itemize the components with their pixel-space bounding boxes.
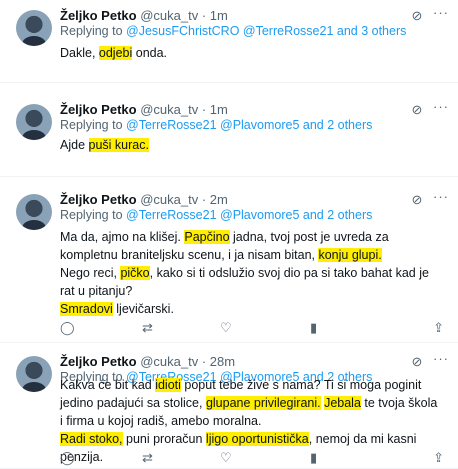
share-icon[interactable]: ⇪ [433,450,444,466]
text-span: onda. [132,46,168,60]
highlight: odjebi [98,46,133,60]
reply-icon[interactable]: ◯ [60,450,75,466]
tweet-text: Ma da, ajmo na klišej. Papčino jadna, tv… [60,228,440,318]
replying-links[interactable]: @TerreRosse21 @Plavomore5 and 2 others [126,208,372,222]
replying-links[interactable]: @JesusFChristCRO @TerreRosse21 and 3 oth… [126,24,406,38]
views-icon[interactable]: ▮ [310,450,317,466]
share-icon[interactable]: ⇪ [433,320,444,336]
action-bar: ◯ ⇄ ♡ ▮ ⇪ [60,320,444,336]
author-handle[interactable]: @cuka_tv [140,192,198,207]
more-icon[interactable]: ··· [432,6,450,22]
tweet[interactable]: Željko Petko @cuka_tv · 28m ⊘ ··· Replyi… [0,346,458,469]
tweet[interactable]: Željko Petko @cuka_tv · 1m ⊘ ··· Replyin… [0,94,458,177]
action-bar: ◯ ⇄ ♡ ▮ ⇪ [60,450,444,466]
grok-icon[interactable]: ⊘ [410,103,424,117]
text-span: Nego reci, [60,266,121,280]
grok-icon[interactable]: ⊘ [410,355,424,369]
author-name[interactable]: Željko Petko [60,192,137,207]
author-name[interactable]: Željko Petko [60,102,137,117]
tweet[interactable]: Željko Petko @cuka_tv · 1m ⊘ ··· Replyin… [0,0,458,83]
text-span: Kakva će bit kad [60,378,156,392]
dot-separator: · [201,354,207,369]
replying-links[interactable]: @TerreRosse21 @Plavomore5 and 2 others [126,118,372,132]
dot-separator: · [201,8,207,23]
tweet-time[interactable]: 1m [210,8,228,23]
replying-prefix: Replying to [60,208,123,222]
highlight: konju glupi. [318,248,382,262]
highlight: puši kurac. [88,138,149,152]
replying-prefix: Replying to [60,118,123,132]
highlight: Jebala [324,396,361,410]
replying-to: Replying to @TerreRosse21 @Plavomore5 an… [60,118,372,132]
highlight: Smradovi [60,302,113,316]
author-name[interactable]: Željko Petko [60,354,137,369]
text-span: puni proračun [122,432,206,446]
avatar[interactable] [16,104,52,140]
highlight: idioti [155,378,181,392]
text-span: Dakle, [60,46,99,60]
tweet[interactable]: Željko Petko @cuka_tv · 2m ⊘ ··· Replyin… [0,184,458,343]
replying-to: Replying to @JesusFChristCRO @TerreRosse… [60,24,406,38]
tweet-text: Dakle, odjebi onda. [60,44,440,62]
replying-prefix: Replying to [60,24,123,38]
dot-separator: · [201,192,207,207]
author-handle[interactable]: @cuka_tv [140,102,198,117]
more-icon[interactable]: ··· [432,352,450,368]
avatar[interactable] [16,194,52,230]
tweet-time[interactable]: 1m [210,102,228,117]
text-span: Ma da, ajmo na klišej. [60,230,185,244]
grok-icon[interactable]: ⊘ [410,193,424,207]
tweet-text: Ajde puši kurac. [60,136,440,154]
tweet-time[interactable]: 28m [210,354,235,369]
text-span: Ajde [60,138,89,152]
highlight: ljigo oportunistička [205,432,309,446]
tweet-time[interactable]: 2m [210,192,228,207]
highlight: Papčino [184,230,230,244]
retweet-icon[interactable]: ⇄ [142,450,153,466]
retweet-icon[interactable]: ⇄ [142,320,153,336]
avatar[interactable] [16,10,52,46]
more-icon[interactable]: ··· [432,190,450,206]
reply-icon[interactable]: ◯ [60,320,75,336]
views-icon[interactable]: ▮ [310,320,317,336]
author-name[interactable]: Željko Petko [60,8,137,23]
more-icon[interactable]: ··· [432,100,450,116]
highlight: Radi stoko, [60,432,123,446]
highlight: glupane privilegirani. [205,396,321,410]
highlight: pičko [120,266,150,280]
author-handle[interactable]: @cuka_tv [140,8,198,23]
heart-icon[interactable]: ♡ [220,450,232,466]
grok-icon[interactable]: ⊘ [410,9,424,23]
text-span: ljevičarski. [112,302,174,316]
avatar[interactable] [16,356,52,392]
heart-icon[interactable]: ♡ [220,320,232,336]
dot-separator: · [201,102,207,117]
author-handle[interactable]: @cuka_tv [140,354,198,369]
replying-to: Replying to @TerreRosse21 @Plavomore5 an… [60,208,372,222]
